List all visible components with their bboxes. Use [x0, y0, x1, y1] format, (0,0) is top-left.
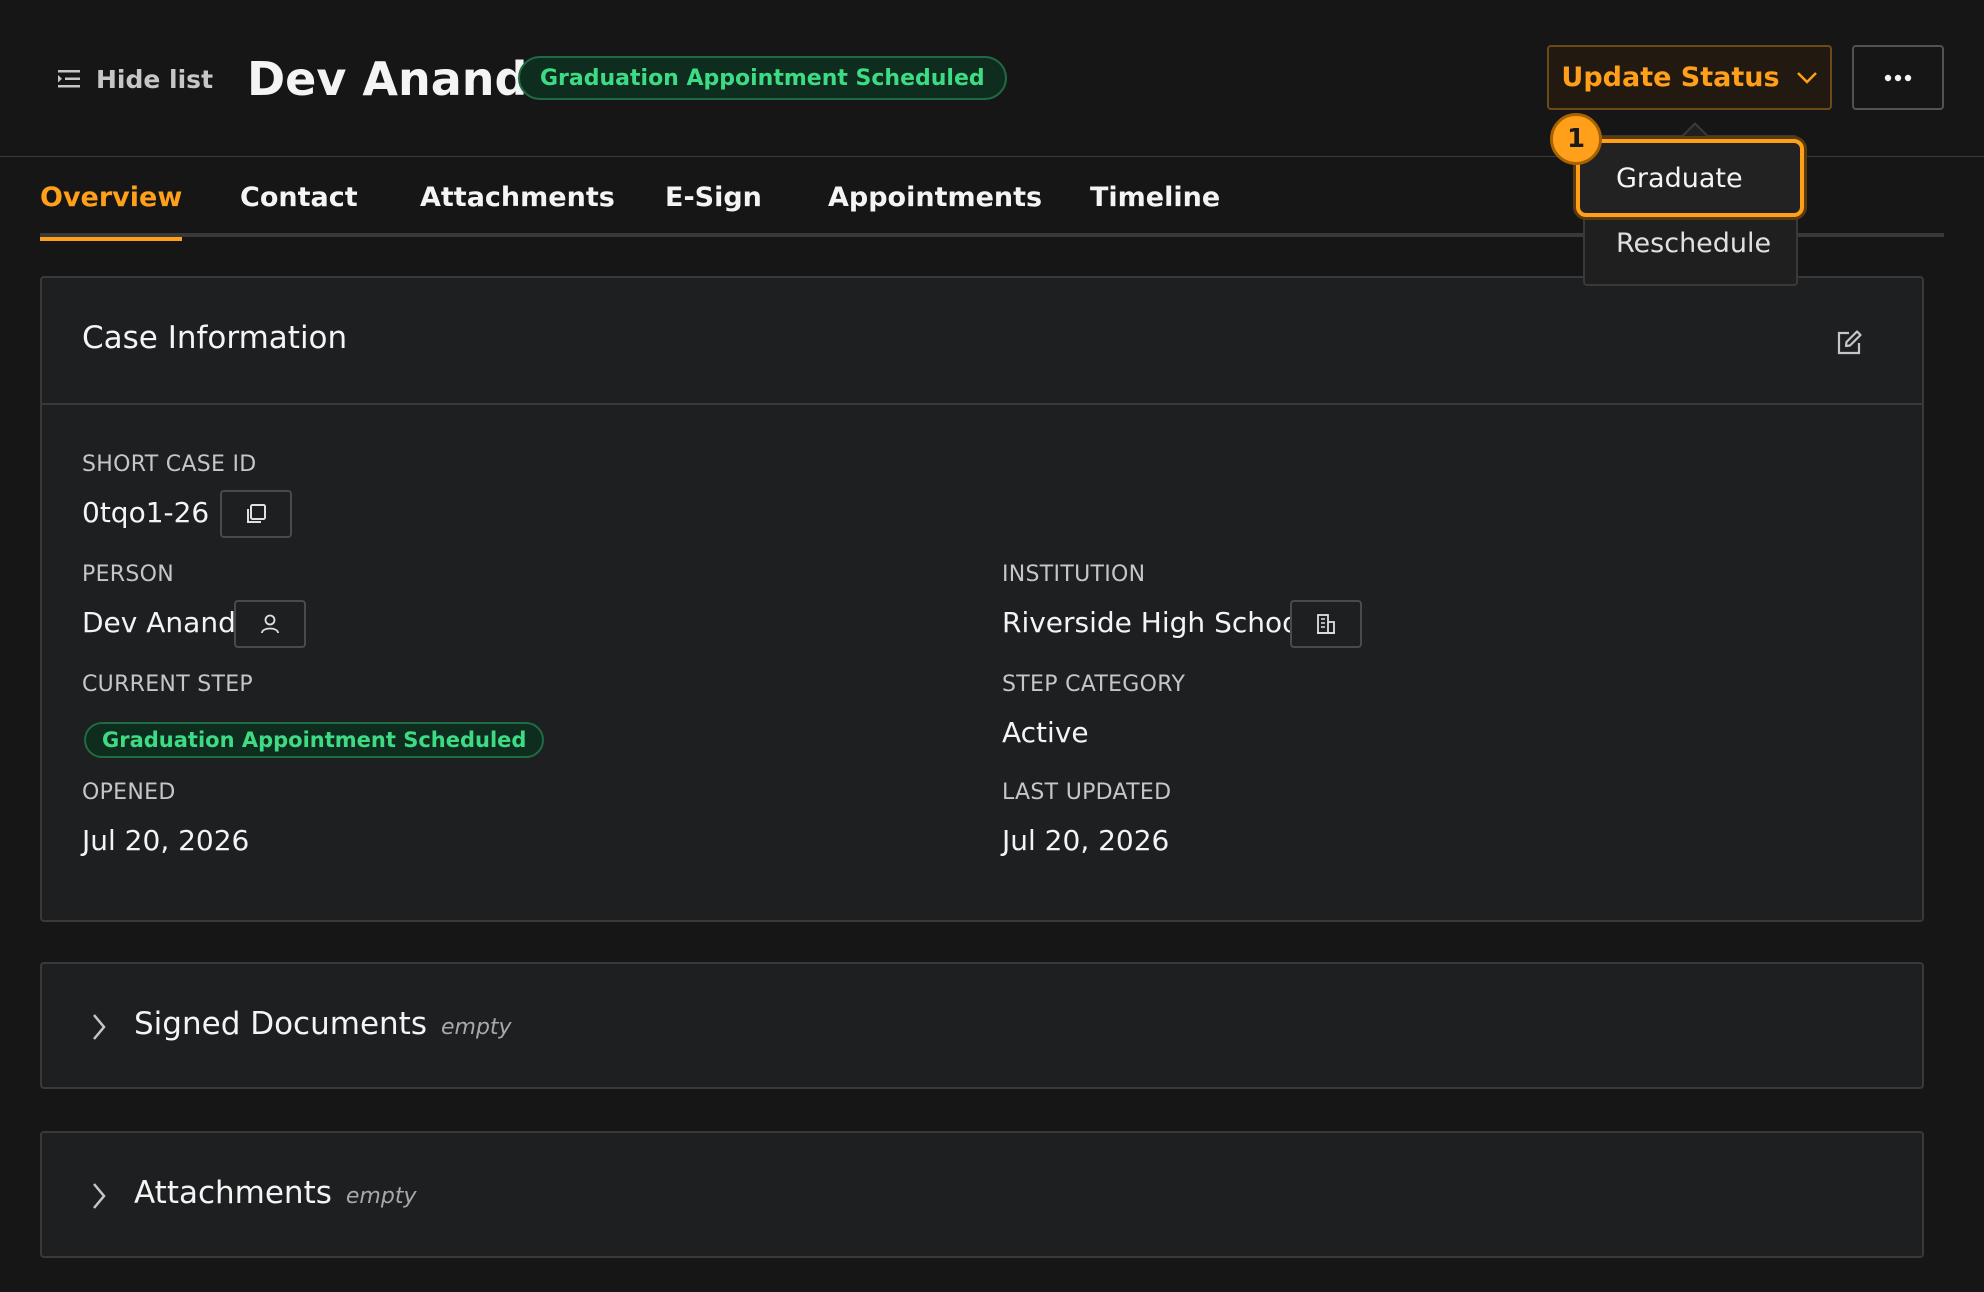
status-badge: Graduation Appointment Scheduled [518, 56, 1007, 100]
tab-esign[interactable]: E-Sign [665, 175, 762, 237]
last-updated-label: LAST UPDATED [1002, 780, 1172, 805]
copy-id-button[interactable] [220, 490, 292, 538]
chevron-right-icon[interactable] [90, 1012, 108, 1042]
update-status-label: Update Status [1561, 62, 1780, 93]
case-detail-page: Hide list Dev Anand Graduation Appointme… [0, 0, 1984, 1292]
institution-value: Riverside High School [1002, 606, 1308, 639]
tab-overview[interactable]: Overview [40, 175, 183, 241]
section-title: Attachments empty [134, 1175, 416, 1211]
more-options-button[interactable] [1852, 45, 1944, 110]
short-case-id-label: SHORT CASE ID [82, 452, 257, 477]
dropdown-caret-fill [1684, 125, 1706, 136]
hide-list-button[interactable]: Hide list [56, 58, 213, 100]
user-icon [261, 614, 279, 634]
hide-list-label: Hide list [96, 64, 214, 94]
attachments-title: Attachments [134, 1175, 332, 1211]
step-category-label: STEP CATEGORY [1002, 672, 1186, 697]
tab-timeline[interactable]: Timeline [1090, 175, 1220, 237]
tab-appointments[interactable]: Appointments [828, 175, 1042, 237]
case-information-card: Case Information SHORT CASE ID 0tqo1-26 … [40, 276, 1924, 922]
institution-label: INSTITUTION [1002, 562, 1146, 587]
short-case-id-value: 0tqo1-26 [82, 496, 210, 529]
section-title: Signed Documents empty [134, 1006, 512, 1042]
view-institution-button[interactable] [1290, 600, 1362, 648]
chevron-right-icon[interactable] [90, 1181, 108, 1211]
person-value: Dev Anand [82, 606, 236, 639]
copy-icon [247, 504, 266, 523]
tab-contact[interactable]: Contact [240, 175, 358, 237]
update-status-button[interactable]: Update Status [1547, 45, 1832, 110]
person-label: PERSON [82, 562, 174, 587]
opened-label: OPENED [82, 780, 176, 805]
menu-item-graduate[interactable]: Graduate [1576, 139, 1804, 217]
step-marker: 1 [1550, 113, 1602, 165]
more-icon [1884, 74, 1912, 81]
card-title: Case Information [82, 320, 348, 356]
signed-documents-title: Signed Documents [134, 1006, 427, 1042]
attachments-section[interactable]: Attachments empty [40, 1131, 1924, 1258]
card-header: Case Information [42, 278, 1922, 405]
list-collapse-icon [58, 70, 80, 88]
opened-value: Jul 20, 2026 [82, 824, 250, 857]
signed-documents-section[interactable]: Signed Documents empty [40, 962, 1924, 1089]
edit-icon[interactable] [1834, 328, 1864, 358]
empty-note: empty [345, 1184, 417, 1209]
page-title: Dev Anand [247, 52, 528, 106]
tab-attachments[interactable]: Attachments [420, 175, 615, 237]
current-step-badge: Graduation Appointment Scheduled [84, 722, 545, 758]
menu-item-reschedule[interactable]: Reschedule [1583, 217, 1798, 269]
view-person-button[interactable] [234, 600, 306, 648]
step-category-value: Active [1002, 716, 1089, 749]
last-updated-value: Jul 20, 2026 [1002, 824, 1170, 857]
building-icon [1317, 614, 1335, 634]
empty-note: empty [440, 1015, 512, 1040]
current-step-label: CURRENT STEP [82, 672, 253, 697]
chevron-down-icon [1796, 71, 1817, 84]
